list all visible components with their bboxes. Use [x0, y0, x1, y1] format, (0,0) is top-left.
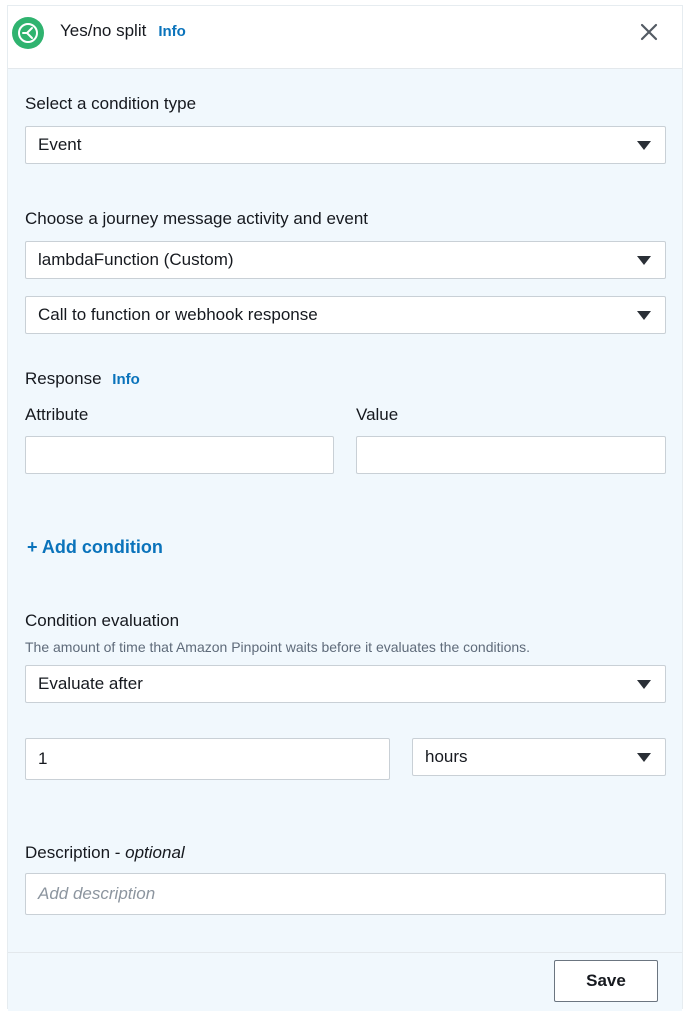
close-button[interactable] — [633, 16, 665, 48]
response-info-link[interactable]: Info — [112, 371, 140, 388]
attribute-label: Attribute — [25, 405, 89, 424]
panel-title: Yes/no split Info — [60, 21, 186, 41]
condition-type-select[interactable]: Event — [25, 126, 666, 164]
panel-header: Yes/no split Info — [8, 6, 682, 69]
split-icon — [12, 17, 44, 49]
evaluation-mode-value: Evaluate after — [38, 674, 143, 693]
condition-type-label: Select a condition type — [25, 94, 197, 113]
response-label-text: Response — [25, 369, 102, 388]
response-label: Response Info — [25, 369, 140, 389]
evaluation-mode-select[interactable]: Evaluate after — [25, 665, 666, 703]
description-placeholder: Add description — [38, 884, 156, 903]
evaluation-amount-input[interactable]: 1 — [25, 738, 390, 780]
panel-title-text: Yes/no split — [60, 21, 147, 40]
condition-evaluation-label: Condition evaluation — [25, 611, 180, 630]
activity-value: lambdaFunction (Custom) — [38, 250, 234, 269]
event-select[interactable]: Call to function or webhook response — [25, 296, 666, 334]
value-label: Value — [356, 405, 399, 424]
evaluation-unit-value: hours — [425, 747, 468, 766]
title-info-link[interactable]: Info — [158, 23, 186, 40]
caret-down-icon — [637, 753, 651, 762]
description-label-text: Description - — [25, 843, 126, 862]
activity-select[interactable]: lambdaFunction (Custom) — [25, 241, 666, 279]
value-input[interactable] — [356, 436, 666, 474]
caret-down-icon — [637, 311, 651, 320]
condition-evaluation-hint: The amount of time that Amazon Pinpoint … — [25, 639, 531, 655]
description-input[interactable]: Add description — [25, 873, 666, 915]
caret-down-icon — [637, 680, 651, 689]
journey-activity-label: Choose a journey message activity and ev… — [25, 209, 369, 228]
yes-no-split-panel: Yes/no split Info Select a condition type… — [7, 5, 683, 1011]
add-condition-link[interactable]: + Add condition — [27, 537, 163, 558]
caret-down-icon — [637, 141, 651, 150]
event-value: Call to function or webhook response — [38, 305, 318, 324]
save-button[interactable]: Save — [554, 960, 658, 1002]
description-label: Description - optional — [25, 843, 185, 863]
evaluation-unit-select[interactable]: hours — [412, 738, 666, 776]
condition-type-value: Event — [38, 135, 82, 154]
attribute-input[interactable] — [25, 436, 334, 474]
close-icon — [640, 23, 658, 41]
caret-down-icon — [637, 256, 651, 265]
optional-text: optional — [125, 843, 185, 862]
